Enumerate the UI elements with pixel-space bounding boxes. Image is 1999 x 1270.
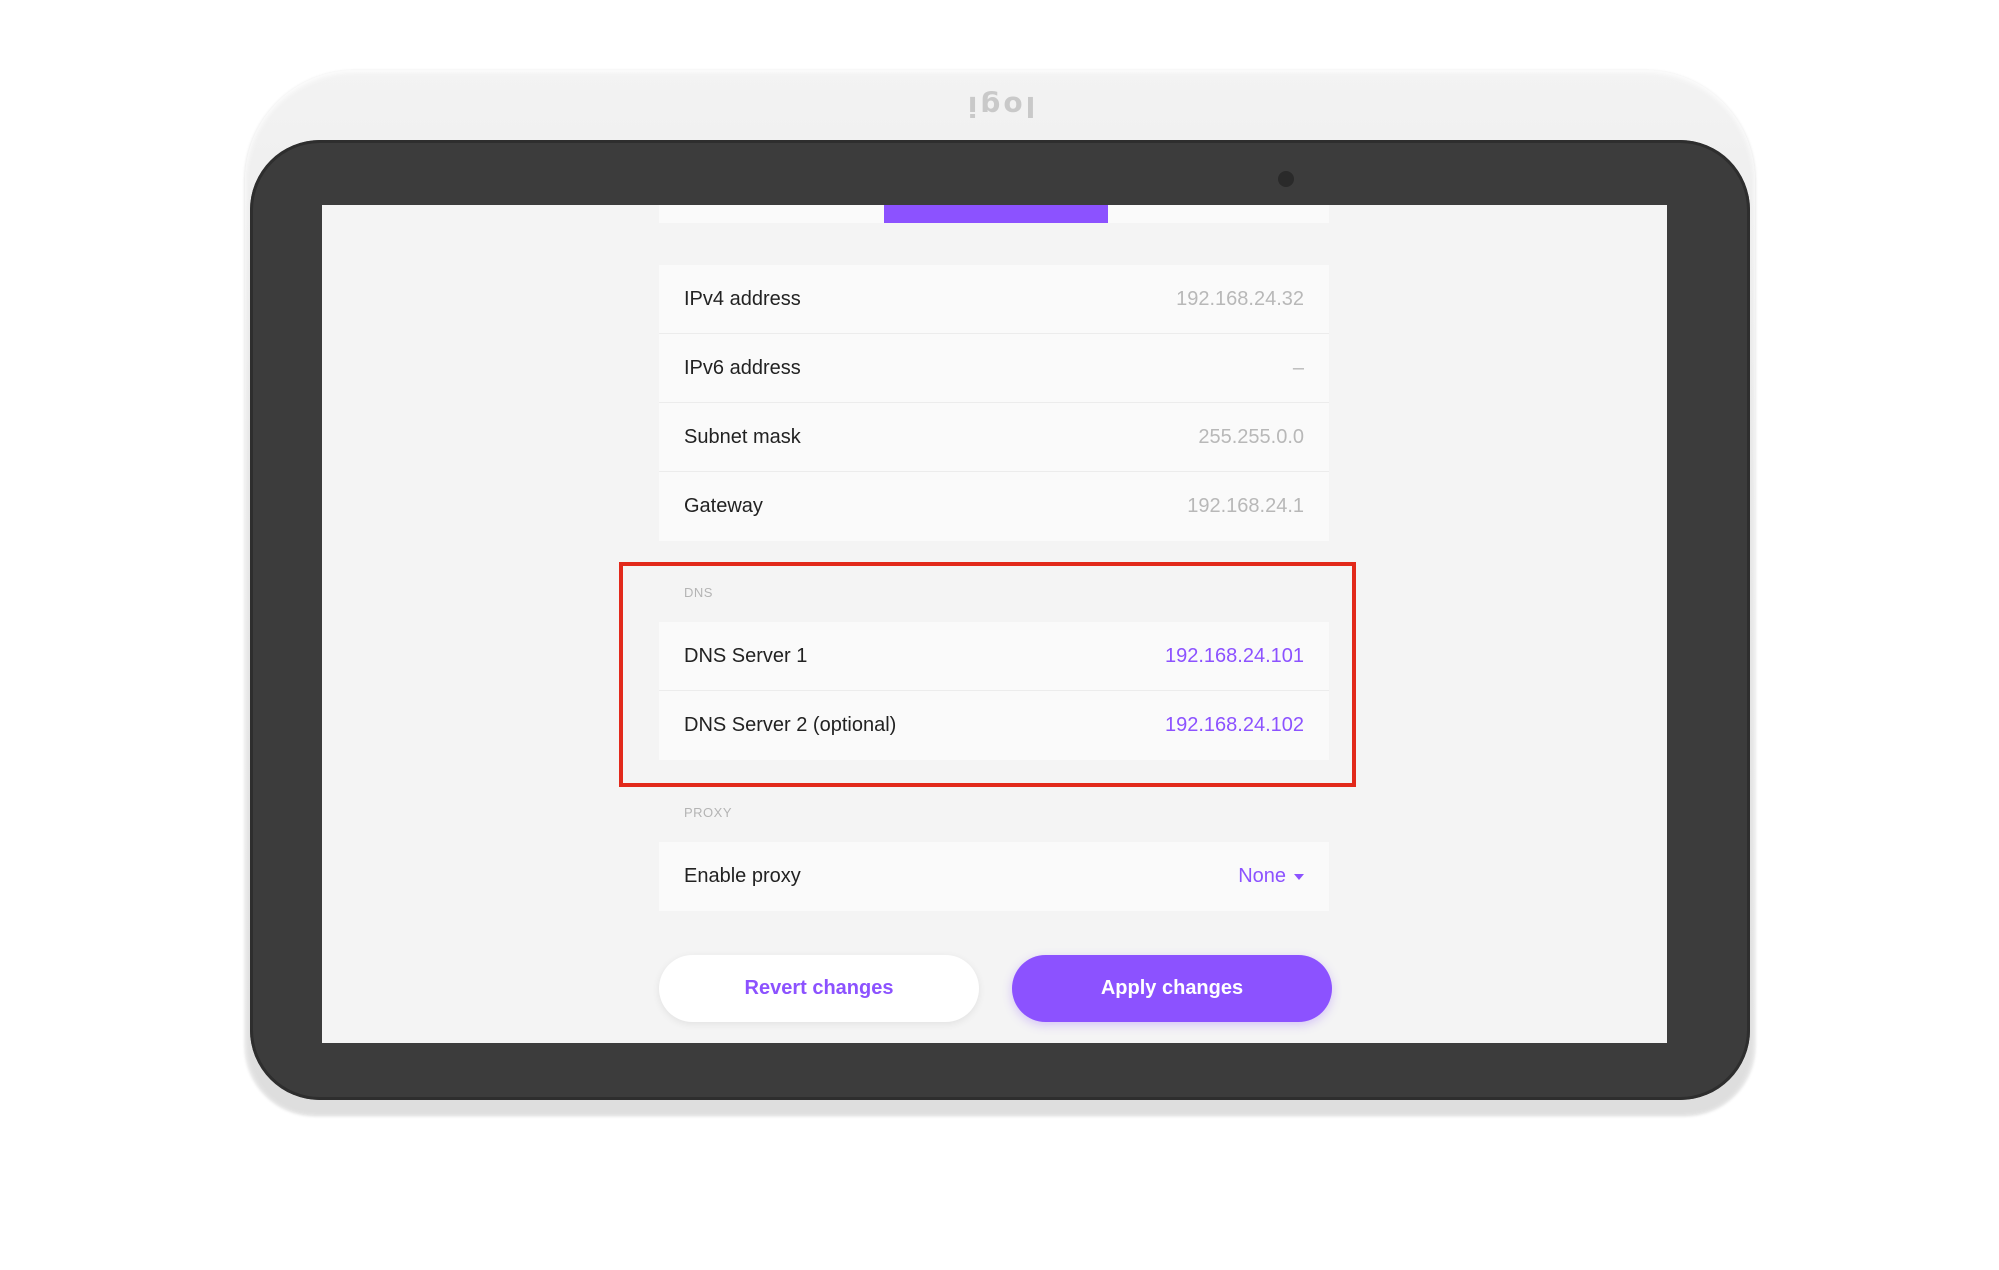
- ipv4-label: IPv4 address: [684, 287, 801, 310]
- ipv6-label: IPv6 address: [684, 356, 801, 379]
- subnet-mask-value: 255.255.0.0: [1198, 425, 1304, 448]
- proxy-select[interactable]: None: [1238, 865, 1304, 888]
- device-logo: logi: [964, 90, 1036, 123]
- ipv6-row: IPv6 address –: [659, 334, 1329, 403]
- dns-server-1-label: DNS Server 1: [684, 644, 808, 667]
- subnet-mask-label: Subnet mask: [684, 425, 801, 448]
- active-tab-indicator: [884, 205, 1108, 223]
- proxy-select-value: None: [1238, 865, 1286, 887]
- subnet-mask-row: Subnet mask 255.255.0.0: [659, 403, 1329, 472]
- ipv4-value: 192.168.24.32: [1176, 287, 1304, 310]
- revert-changes-button[interactable]: Revert changes: [659, 955, 979, 1022]
- ipv6-value: –: [1292, 356, 1304, 379]
- dns-server-2-label: DNS Server 2 (optional): [684, 714, 897, 736]
- proxy-panel: Enable proxy None: [659, 842, 1329, 911]
- dns-section-label: DNS: [684, 585, 713, 600]
- chevron-down-icon: [1294, 873, 1304, 880]
- dns-server-2-value[interactable]: 192.168.24.102: [1165, 714, 1304, 737]
- gateway-label: Gateway: [684, 495, 763, 517]
- screen: IPv4 address 192.168.24.32 IPv6 address …: [322, 205, 1667, 1043]
- stage: logi IPv4 address 192.168.24.32 IPv6 add…: [0, 0, 1999, 1270]
- ipv4-row: IPv4 address 192.168.24.32: [659, 265, 1329, 334]
- gateway-row: Gateway 192.168.24.1: [659, 472, 1329, 541]
- dns-panel: DNS Server 1 192.168.24.101 DNS Server 2…: [659, 622, 1329, 760]
- proxy-section-label: PROXY: [684, 805, 733, 820]
- enable-proxy-label: Enable proxy: [684, 865, 801, 887]
- dns-server-1-value[interactable]: 192.168.24.101: [1165, 645, 1304, 668]
- enable-proxy-row[interactable]: Enable proxy None: [659, 842, 1329, 911]
- network-info-panel: IPv4 address 192.168.24.32 IPv6 address …: [659, 265, 1329, 541]
- camera-icon: [1278, 171, 1294, 187]
- dns-server-2-row[interactable]: DNS Server 2 (optional) 192.168.24.102: [659, 691, 1329, 760]
- apply-changes-button[interactable]: Apply changes: [1012, 955, 1332, 1022]
- dns-server-1-row[interactable]: DNS Server 1 192.168.24.101: [659, 622, 1329, 691]
- gateway-value: 192.168.24.1: [1187, 495, 1304, 517]
